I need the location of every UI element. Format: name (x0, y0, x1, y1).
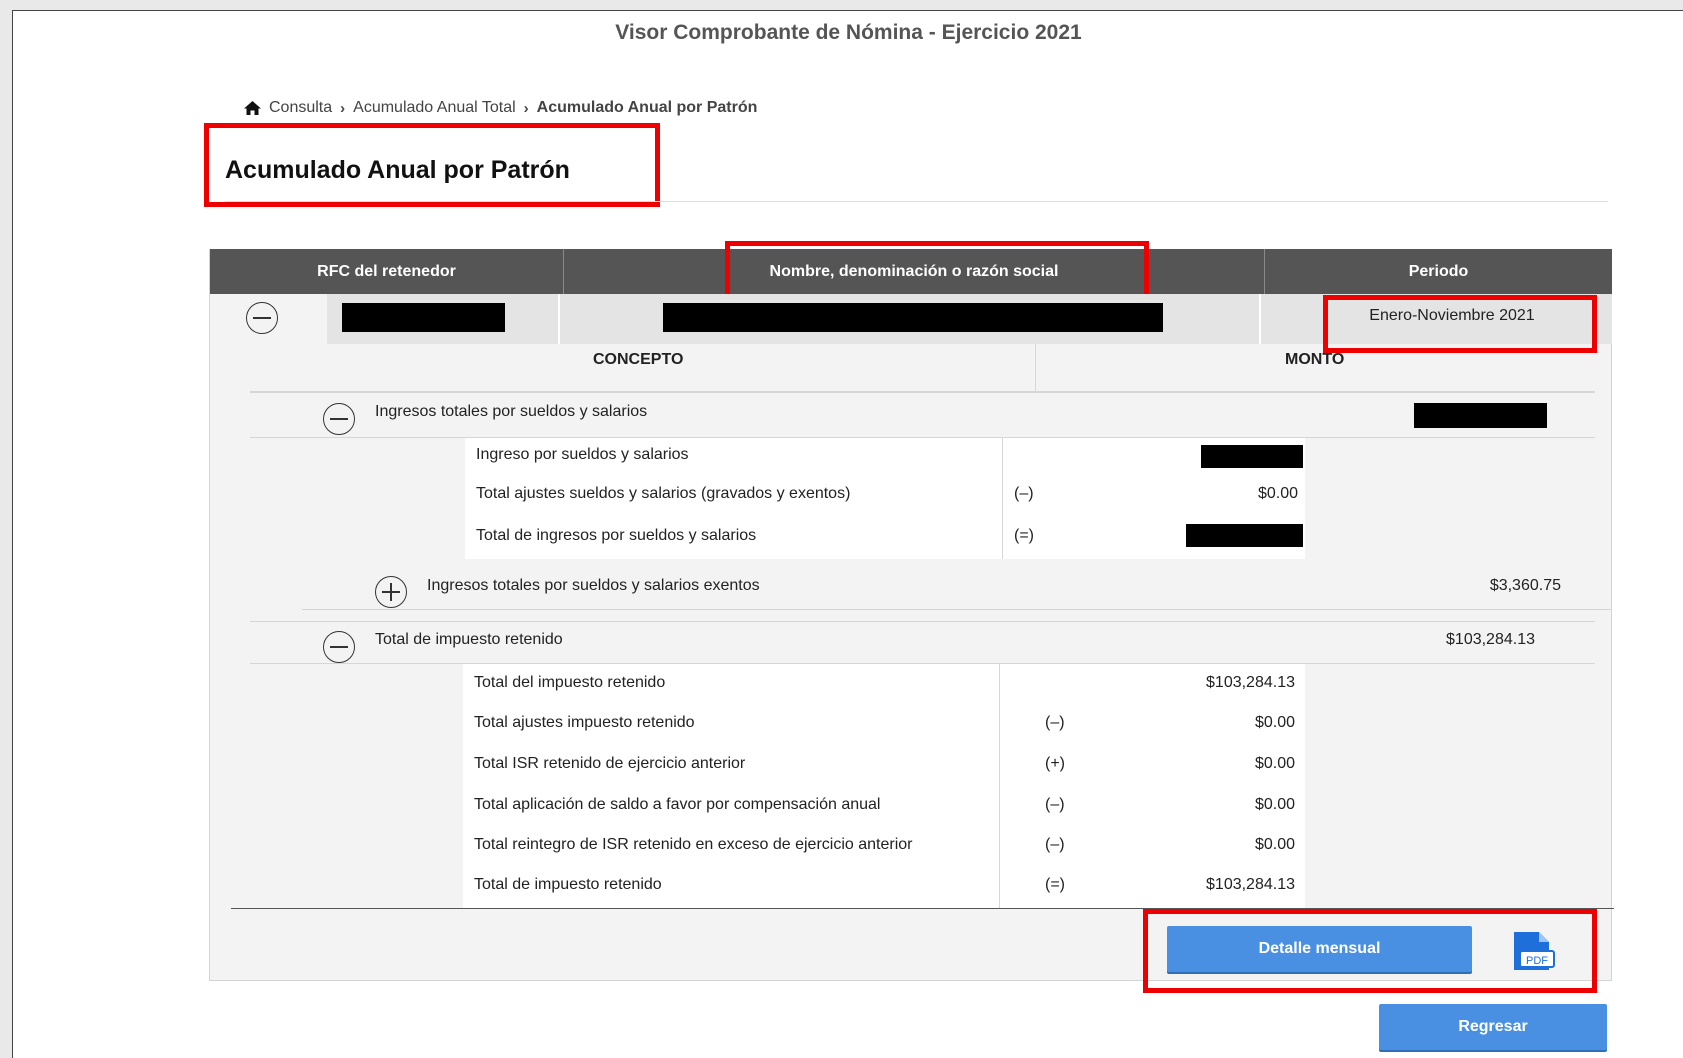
impuesto-item-op: (=) (1045, 876, 1065, 893)
impuesto-item-amount: $103,284.13 (1206, 674, 1295, 691)
title-divider (225, 201, 1608, 202)
breadcrumb-separator: › (523, 99, 529, 117)
highlight-actions (1143, 909, 1597, 993)
impuesto-item-amount: $0.00 (1254, 796, 1295, 813)
impuesto-item-amount: $103,284.13 (1206, 876, 1295, 893)
breadcrumb-consulta[interactable]: Consulta (269, 99, 332, 117)
section-rule (302, 609, 1612, 610)
collapse-ingresos-button[interactable] (323, 403, 355, 435)
exentos-label: Ingresos totales por sueldos y salarios … (427, 577, 760, 594)
detail-divider (1002, 438, 1003, 559)
row-divider (1259, 294, 1261, 344)
impuesto-amount: $103,284.13 (1446, 631, 1535, 648)
section-rule (250, 621, 1595, 622)
header-monto: MONTO (1285, 351, 1345, 368)
highlight-title (204, 123, 660, 207)
redacted-ingreso-sueldos (1201, 445, 1303, 468)
impuesto-item-label: Total ISR retenido de ejercicio anterior (474, 755, 746, 772)
concept-divider (1035, 344, 1036, 392)
row-divider (558, 294, 560, 344)
expand-exentos-button[interactable] (375, 576, 407, 608)
detail-divider (999, 664, 1000, 908)
impuesto-item-label: Total reintegro de ISR retenido en exces… (474, 836, 913, 853)
collapse-impuesto-button[interactable] (323, 631, 355, 663)
impuesto-item-label: Total del impuesto retenido (474, 674, 666, 691)
impuesto-detail (463, 664, 1305, 908)
impuesto-item-label: Total de impuesto retenido (474, 876, 662, 893)
total-ingresos-op: (=) (1014, 527, 1034, 544)
regresar-button[interactable]: Regresar (1379, 1004, 1607, 1050)
impuesto-item-amount: $0.00 (1254, 755, 1295, 772)
concept-header-rule (250, 391, 1595, 393)
page-frame: Visor Comprobante de Nómina - Ejercicio … (12, 10, 1683, 1058)
impuesto-item-op: (–) (1045, 836, 1065, 853)
breadcrumb: Consulta › Acumulado Anual Total › Acumu… (244, 99, 757, 117)
ajustes-sueldos-label: Total ajustes sueldos y salarios (gravad… (476, 485, 851, 502)
ajustes-sueldos-amount: $0.00 (1257, 485, 1298, 502)
collapse-employer-button[interactable] (246, 302, 278, 334)
impuesto-item-op: (–) (1045, 796, 1065, 813)
ingresos-label: Ingresos totales por sueldos y salarios (375, 403, 648, 420)
redacted-nombre (663, 303, 1163, 332)
redacted-total-ingresos (1186, 524, 1303, 547)
redacted-ingresos-total (1414, 403, 1547, 428)
redacted-rfc (342, 303, 505, 332)
home-icon[interactable] (244, 100, 261, 116)
header-concepto: CONCEPTO (593, 351, 684, 368)
highlight-nombre-header (725, 241, 1149, 300)
app-title: Visor Comprobante de Nómina - Ejercicio … (615, 21, 1082, 44)
exentos-amount: $3,360.75 (1489, 577, 1561, 594)
header-periodo: Periodo (1408, 262, 1469, 280)
impuesto-label: Total de impuesto retenido (375, 631, 563, 648)
highlight-periodo (1323, 295, 1597, 353)
impuesto-item-amount: $0.00 (1254, 714, 1295, 731)
impuesto-item-amount: $0.00 (1254, 836, 1295, 853)
impuesto-item-label: Total aplicación de saldo a favor por co… (474, 796, 881, 813)
header-rfc: RFC del retenedor (317, 262, 456, 280)
ajustes-sueldos-op: (–) (1014, 485, 1034, 502)
breadcrumb-acumulado-total[interactable]: Acumulado Anual Total (353, 99, 515, 117)
total-ingresos-label: Total de ingresos por sueldos y salarios (476, 527, 757, 544)
ingreso-sueldos-label: Ingreso por sueldos y salarios (476, 446, 689, 463)
impuesto-item-label: Total ajustes impuesto retenido (474, 714, 695, 731)
impuesto-item-op: (–) (1045, 714, 1065, 731)
impuesto-item-op: (+) (1045, 755, 1065, 772)
breadcrumb-separator: › (340, 99, 346, 117)
breadcrumb-current: Acumulado Anual por Patrón (536, 99, 758, 116)
